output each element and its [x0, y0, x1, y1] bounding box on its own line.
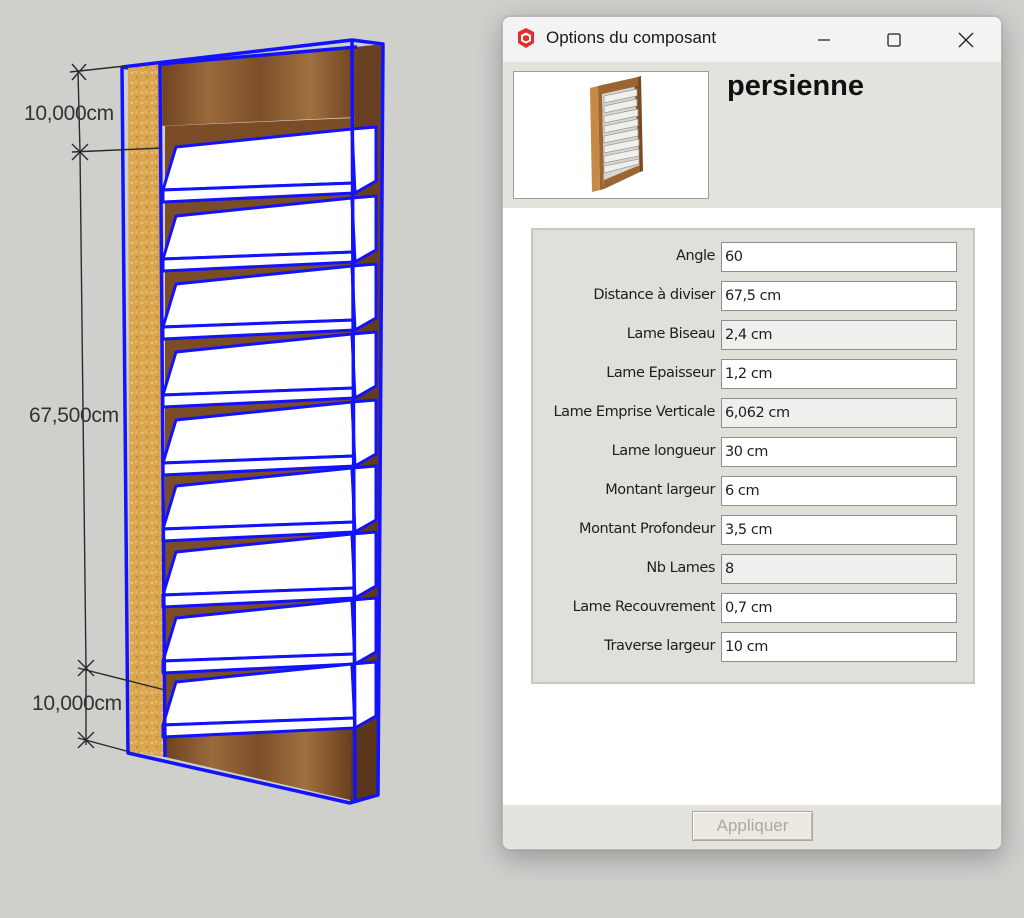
component-header: persienne [503, 62, 1001, 208]
maximize-button[interactable] [871, 17, 917, 62]
param-label: Lame Recouvrement [572, 599, 716, 615]
param-label: Distance à diviser [593, 287, 715, 303]
param-input[interactable] [721, 242, 957, 272]
param-label: Lame Biseau [626, 326, 716, 342]
sketchup-app-icon [518, 28, 534, 48]
param-input[interactable] [721, 593, 957, 623]
shutter-thumbnail-image [590, 76, 643, 192]
parameters-panel: Angle Distance à diviser Lame Biseau Lame E… [531, 228, 975, 684]
param-label: Lame Emprise Verticale [553, 404, 716, 420]
dialog-title: Options du composant [546, 28, 717, 47]
apply-button[interactable]: Appliquer [692, 811, 813, 841]
component-name: persienne [727, 70, 864, 102]
param-input[interactable] [721, 398, 957, 428]
title-bar[interactable]: Options du composant [503, 17, 1001, 62]
component-options-dialog: Options du composant persienne Angle 60 … [502, 16, 1002, 850]
param-label: Nb Lames [646, 560, 715, 576]
slat-end [350, 262, 378, 332]
param-label: Traverse largeur [604, 638, 715, 654]
param-input[interactable] [721, 476, 957, 506]
param-input[interactable] [721, 632, 957, 662]
slats [161, 125, 378, 739]
slat-end [350, 125, 378, 195]
param-input[interactable] [721, 515, 957, 545]
component-thumbnail [513, 71, 709, 199]
slat-end [350, 330, 378, 400]
minimize-icon [818, 38, 830, 41]
param-label: Angle [675, 248, 715, 264]
dialog-footer: Appliquer [503, 805, 1001, 849]
maximize-icon [887, 32, 901, 47]
param-input[interactable] [721, 281, 957, 311]
param-label: Lame longueur [611, 443, 716, 459]
dimension-label-slat-area: 67,500cm [29, 404, 119, 427]
slat-end [350, 398, 378, 468]
param-input[interactable] [721, 554, 957, 584]
param-input[interactable] [721, 320, 957, 350]
close-button[interactable] [943, 17, 989, 62]
minimize-button[interactable] [801, 17, 847, 62]
param-label: Lame Epaisseur [606, 365, 715, 381]
dimension-label-top-rail: 10,000cm [24, 102, 114, 125]
param-label: Montant largeur [605, 482, 715, 498]
param-input[interactable] [721, 437, 957, 467]
dimension-label-bottom-rail: 10,000cm [32, 692, 122, 715]
param-input[interactable] [721, 359, 957, 389]
param-label: Montant Profondeur [579, 521, 715, 537]
close-icon [958, 32, 974, 47]
slat-end [350, 194, 378, 264]
